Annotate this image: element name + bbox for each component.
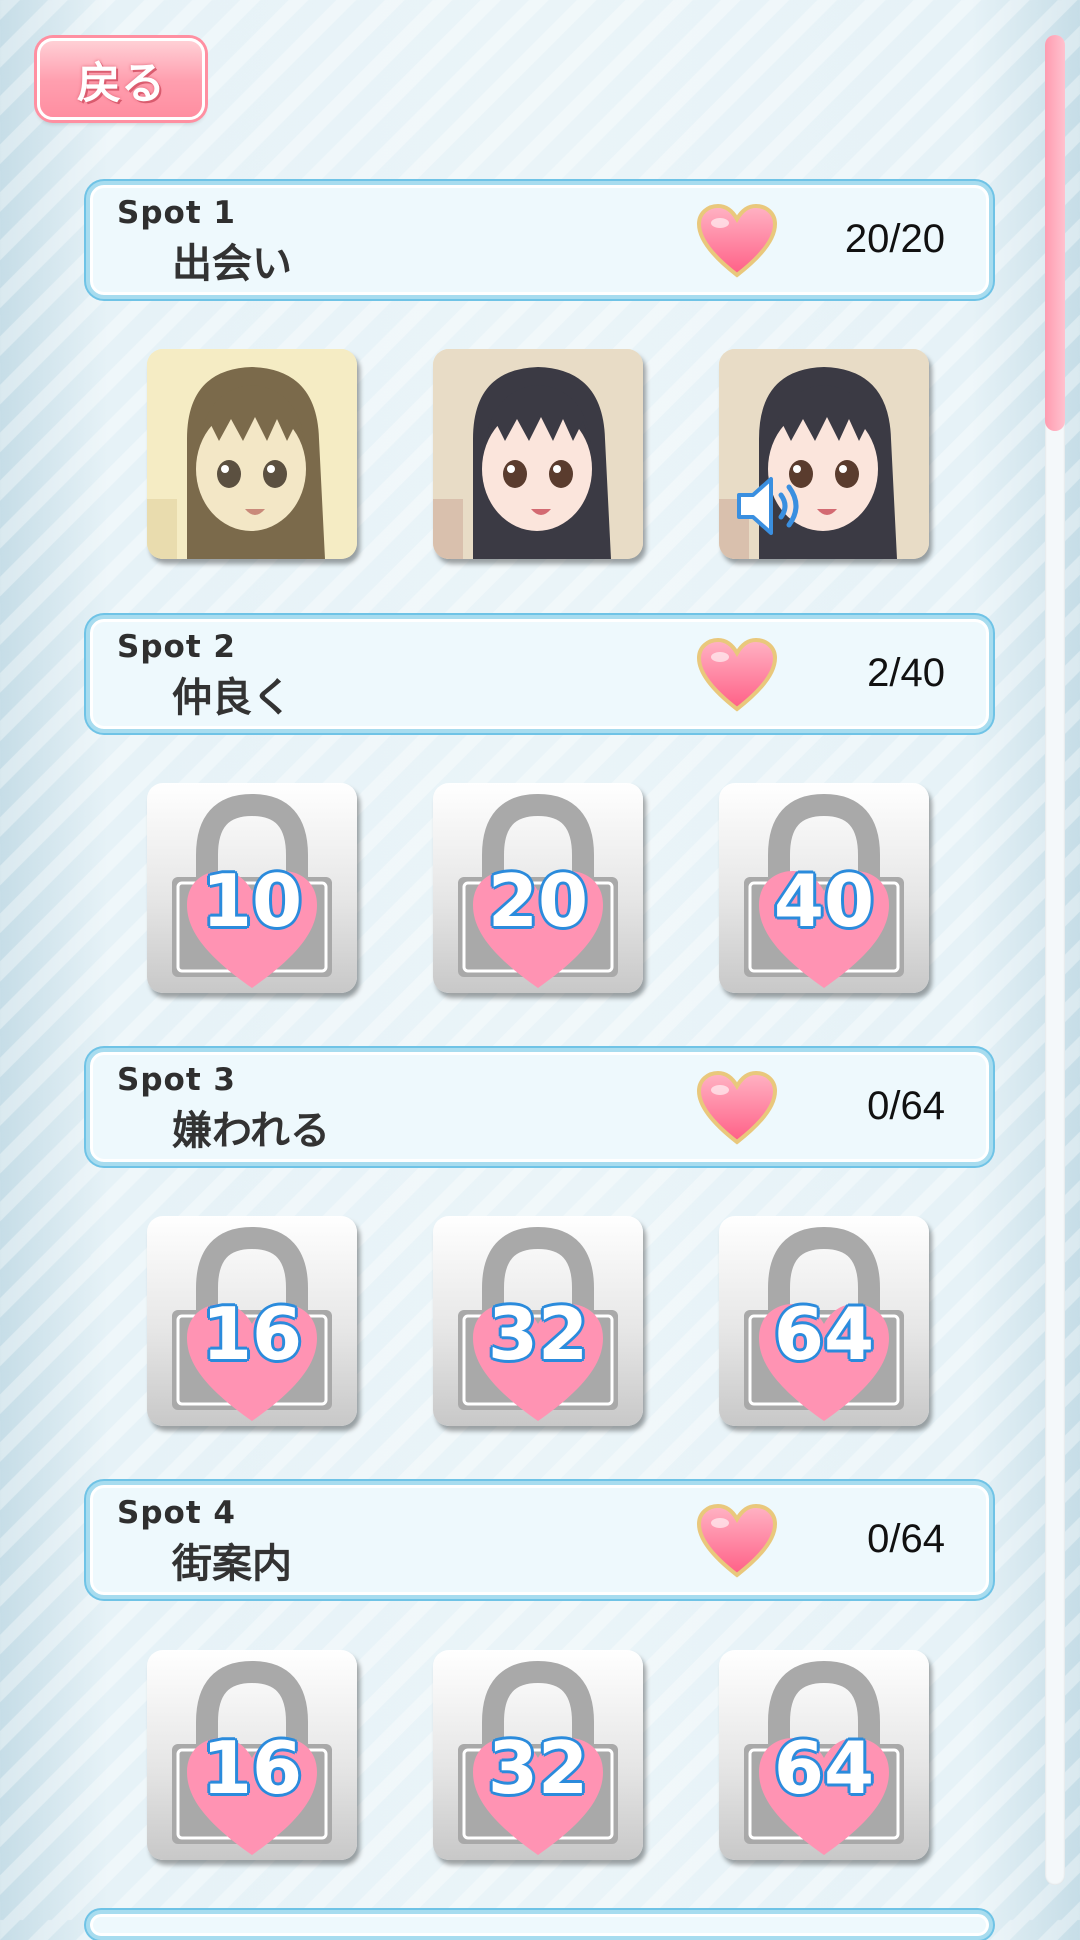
locked-tile[interactable]: 40: [719, 783, 929, 993]
locked-tile[interactable]: 16: [147, 1216, 357, 1426]
locked-tile[interactable]: 32: [433, 1216, 643, 1426]
locked-tile[interactable]: 64: [719, 1650, 929, 1860]
lock-required-points: 10: [201, 859, 303, 943]
scrollbar-thumb[interactable]: [1045, 35, 1065, 431]
memory-tile[interactable]: [433, 349, 643, 559]
locked-tile[interactable]: 10: [147, 783, 357, 993]
heart-icon: [696, 203, 778, 278]
locked-tile[interactable]: 20: [433, 783, 643, 993]
spot-title: 街案内: [172, 1541, 292, 1587]
girl-portrait: [147, 349, 357, 559]
memory-tile[interactable]: [147, 349, 357, 559]
spot-header-1: Spot 1 出会い 20/20: [86, 181, 993, 299]
locked-tile[interactable]: 16: [147, 1650, 357, 1860]
spot-header-3: Spot 3 嫌われる 0/64: [86, 1048, 993, 1166]
lock-required-points: 16: [201, 1726, 303, 1810]
scrollbar[interactable]: [1045, 35, 1065, 1885]
locked-tile[interactable]: 64: [719, 1216, 929, 1426]
spot-header-2: Spot 2 仲良く 2/40: [86, 615, 993, 733]
spot-number: Spot 4: [117, 1495, 236, 1531]
lock-required-points: 20: [487, 859, 589, 943]
lock-required-points: 32: [487, 1726, 589, 1810]
spot-header-4: Spot 4 街案内 0/64: [86, 1481, 993, 1599]
locked-tile[interactable]: 32: [433, 1650, 643, 1860]
spot-title: 仲良く: [172, 675, 292, 721]
back-button[interactable]: 戻る: [37, 38, 205, 120]
lock-required-points: 64: [773, 1726, 875, 1810]
spot-number: Spot 2: [117, 629, 236, 665]
spot-number: Spot 1: [117, 195, 236, 231]
spot-number: Spot 3: [117, 1062, 236, 1098]
spot-progress-count: 2/40: [867, 651, 945, 695]
speaker-icon[interactable]: [733, 471, 813, 541]
spot-progress-count: 0/64: [867, 1517, 945, 1561]
memory-tile[interactable]: [719, 349, 929, 559]
spot-title: 嫌われる: [172, 1108, 330, 1154]
lock-required-points: 16: [201, 1292, 303, 1376]
heart-icon: [696, 637, 778, 712]
lock-required-points: 32: [487, 1292, 589, 1376]
spot-progress-count: 0/64: [867, 1084, 945, 1128]
lock-required-points: 64: [773, 1292, 875, 1376]
back-button-label: 戻る: [77, 58, 165, 109]
heart-icon: [696, 1503, 778, 1578]
spot-title: 出会い: [172, 241, 292, 287]
heart-icon: [696, 1070, 778, 1145]
lock-required-points: 40: [773, 859, 875, 943]
spot-progress-count: 20/20: [844, 217, 945, 261]
spot-header-next-partial: [86, 1910, 993, 1940]
girl-portrait: [433, 349, 643, 559]
